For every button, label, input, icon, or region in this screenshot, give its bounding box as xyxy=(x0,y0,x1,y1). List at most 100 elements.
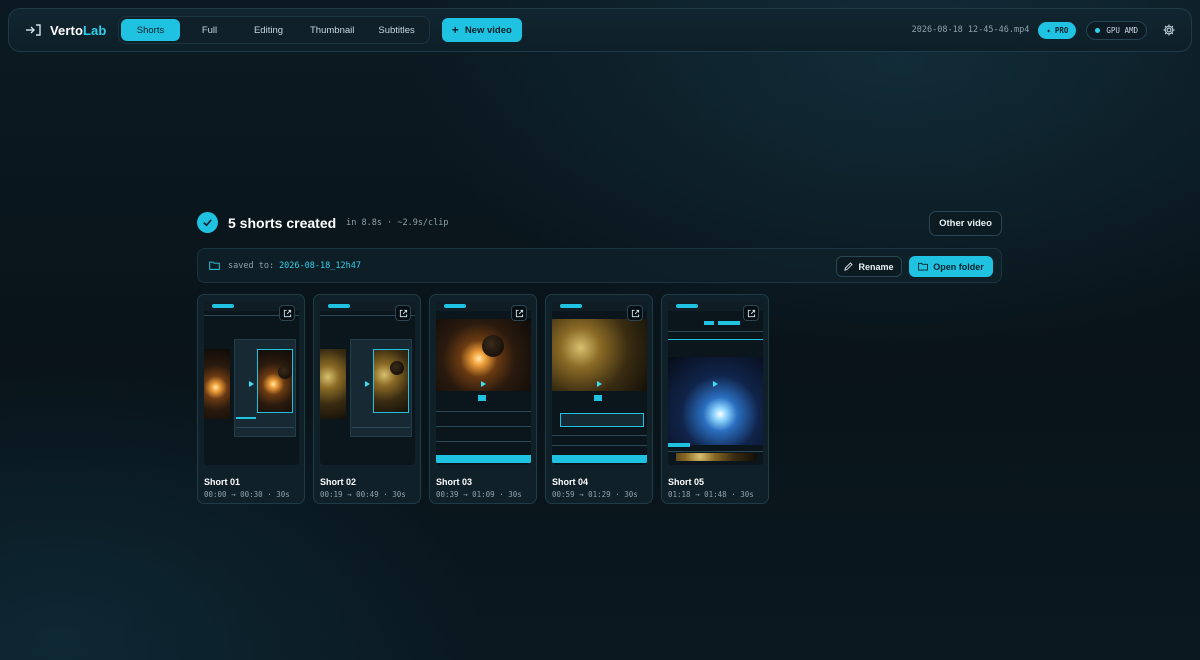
thumb-divider xyxy=(436,441,531,442)
short-card-03[interactable]: Short 03 00:39 → 01:09 · 30s xyxy=(429,294,537,504)
play-icon xyxy=(365,381,370,387)
app-name: VertoLab xyxy=(50,23,106,38)
thumb-divider xyxy=(552,435,647,436)
tab-subtitles[interactable]: Subtitles xyxy=(366,19,426,41)
thumb-progress xyxy=(668,339,763,340)
thumb-planet xyxy=(390,361,404,375)
play-icon xyxy=(249,381,254,387)
external-link-icon xyxy=(747,309,755,317)
thumb-video-frame xyxy=(668,357,763,445)
short-thumbnail xyxy=(668,301,763,465)
thumb-chip xyxy=(676,304,698,308)
external-link-icon xyxy=(399,309,407,317)
pencil-icon xyxy=(844,262,854,271)
pro-label: PRO xyxy=(1054,25,1069,35)
open-external-button[interactable] xyxy=(279,305,295,321)
short-title: Short 05 xyxy=(668,477,705,487)
thumb-control xyxy=(594,395,602,401)
short-card-05[interactable]: Short 05 01:18 → 01:48 · 30s xyxy=(661,294,769,504)
thumb-frame-left xyxy=(204,349,230,419)
external-link-icon xyxy=(515,309,523,317)
status-dot-icon xyxy=(1095,27,1101,33)
rename-label: Rename xyxy=(858,261,894,272)
short-range: 00:00 → 00:30 · 30s xyxy=(204,490,290,499)
short-thumbnail xyxy=(552,301,647,465)
thumb-video-frame xyxy=(373,349,409,413)
thumb-divider xyxy=(668,451,763,452)
saved-path[interactable]: 2026-08-18_12h47 xyxy=(279,261,361,271)
short-title: Short 04 xyxy=(552,477,589,487)
sparkle-icon: ✦ xyxy=(1046,25,1051,35)
thumb-planet xyxy=(278,365,292,379)
other-video-button[interactable]: Other video xyxy=(929,211,1002,236)
pro-badge[interactable]: ✦ PRO xyxy=(1038,21,1077,39)
thumb-planet xyxy=(482,335,504,357)
thumb-chip xyxy=(718,321,740,325)
settings-button[interactable] xyxy=(1161,22,1177,38)
tab-editing[interactable]: Editing xyxy=(239,19,298,41)
thumb-action-bar xyxy=(552,455,647,463)
top-bar: VertoLab Shorts Full Editing Thumbnail S… xyxy=(8,8,1192,52)
external-link-icon xyxy=(631,309,639,317)
brand[interactable]: VertoLab xyxy=(24,23,118,38)
saved-label: saved to: xyxy=(228,260,275,271)
thumb-progress xyxy=(236,417,256,419)
open-folder-button[interactable]: Open folder xyxy=(909,256,993,277)
short-title: Short 01 xyxy=(204,477,241,487)
gpu-badge[interactable]: GPU AMD xyxy=(1086,20,1147,40)
short-range: 00:59 → 01:29 · 30s xyxy=(552,490,638,499)
short-range: 01:18 → 01:48 · 30s xyxy=(668,490,754,499)
short-range: 00:39 → 01:09 · 30s xyxy=(436,490,522,499)
tab-full[interactable]: Full xyxy=(180,19,239,41)
folder-icon xyxy=(209,261,220,270)
thumb-divider xyxy=(436,426,531,427)
result-title: 5 shorts created xyxy=(228,214,337,231)
mode-tabs: Shorts Full Editing Thumbnail Subtitles xyxy=(118,16,430,44)
thumb-action-bar xyxy=(436,455,531,463)
short-thumbnail xyxy=(436,301,531,465)
thumb-selected-row xyxy=(560,413,644,427)
short-title: Short 03 xyxy=(436,477,473,487)
thumb-chip xyxy=(328,304,350,308)
short-card-04[interactable]: Short 04 00:59 → 01:29 · 30s xyxy=(545,294,653,504)
tab-shorts[interactable]: Shorts xyxy=(121,19,180,41)
tab-thumbnail[interactable]: Thumbnail xyxy=(298,19,366,41)
new-video-button[interactable]: + New video xyxy=(441,18,522,42)
plus-icon: + xyxy=(451,23,459,37)
thumb-divider xyxy=(552,445,647,446)
thumb-control xyxy=(478,395,486,401)
open-external-button[interactable] xyxy=(627,305,643,321)
app-name-prefix: Verto xyxy=(50,22,84,38)
thumb-frame-left xyxy=(320,349,346,419)
thumb-filmstrip xyxy=(676,453,756,461)
saved-location-bar: saved to: 2026-08-18_12h47 Rename Open f… xyxy=(197,248,1002,283)
thumb-divider xyxy=(352,427,410,428)
short-title: Short 02 xyxy=(320,477,357,487)
thumb-chip xyxy=(444,304,466,308)
thumb-chip xyxy=(212,304,234,308)
new-video-label: New video xyxy=(464,24,512,36)
open-external-button[interactable] xyxy=(743,305,759,321)
short-card-02[interactable]: Short 02 00:19 → 00:49 · 30s xyxy=(313,294,421,504)
short-thumbnail xyxy=(204,301,299,465)
header-right: 2026-08-18 12-45-46.mp4 ✦ PRO GPU AMD xyxy=(911,20,1177,40)
open-external-button[interactable] xyxy=(395,305,411,321)
result-timing: in 8.8s · ~2.9s/clip xyxy=(346,217,449,228)
short-thumbnail xyxy=(320,301,415,465)
play-icon xyxy=(481,381,486,387)
rename-button[interactable]: Rename xyxy=(836,256,902,277)
rotate-arrow-icon xyxy=(26,24,41,36)
play-icon xyxy=(597,381,602,387)
gear-icon xyxy=(1163,24,1175,36)
open-folder-label: Open folder xyxy=(933,261,984,272)
check-icon xyxy=(197,212,218,233)
thumb-chip xyxy=(560,304,582,308)
app-name-suffix: Lab xyxy=(83,22,107,38)
play-icon xyxy=(713,381,718,387)
external-link-icon xyxy=(283,309,291,317)
short-card-01[interactable]: Short 01 00:00 → 00:30 · 30s xyxy=(197,294,305,504)
open-external-button[interactable] xyxy=(511,305,527,321)
thumb-toggle xyxy=(704,321,714,325)
gpu-label: GPU AMD xyxy=(1106,25,1138,35)
current-file-name: 2026-08-18 12-45-46.mp4 xyxy=(911,25,1030,35)
